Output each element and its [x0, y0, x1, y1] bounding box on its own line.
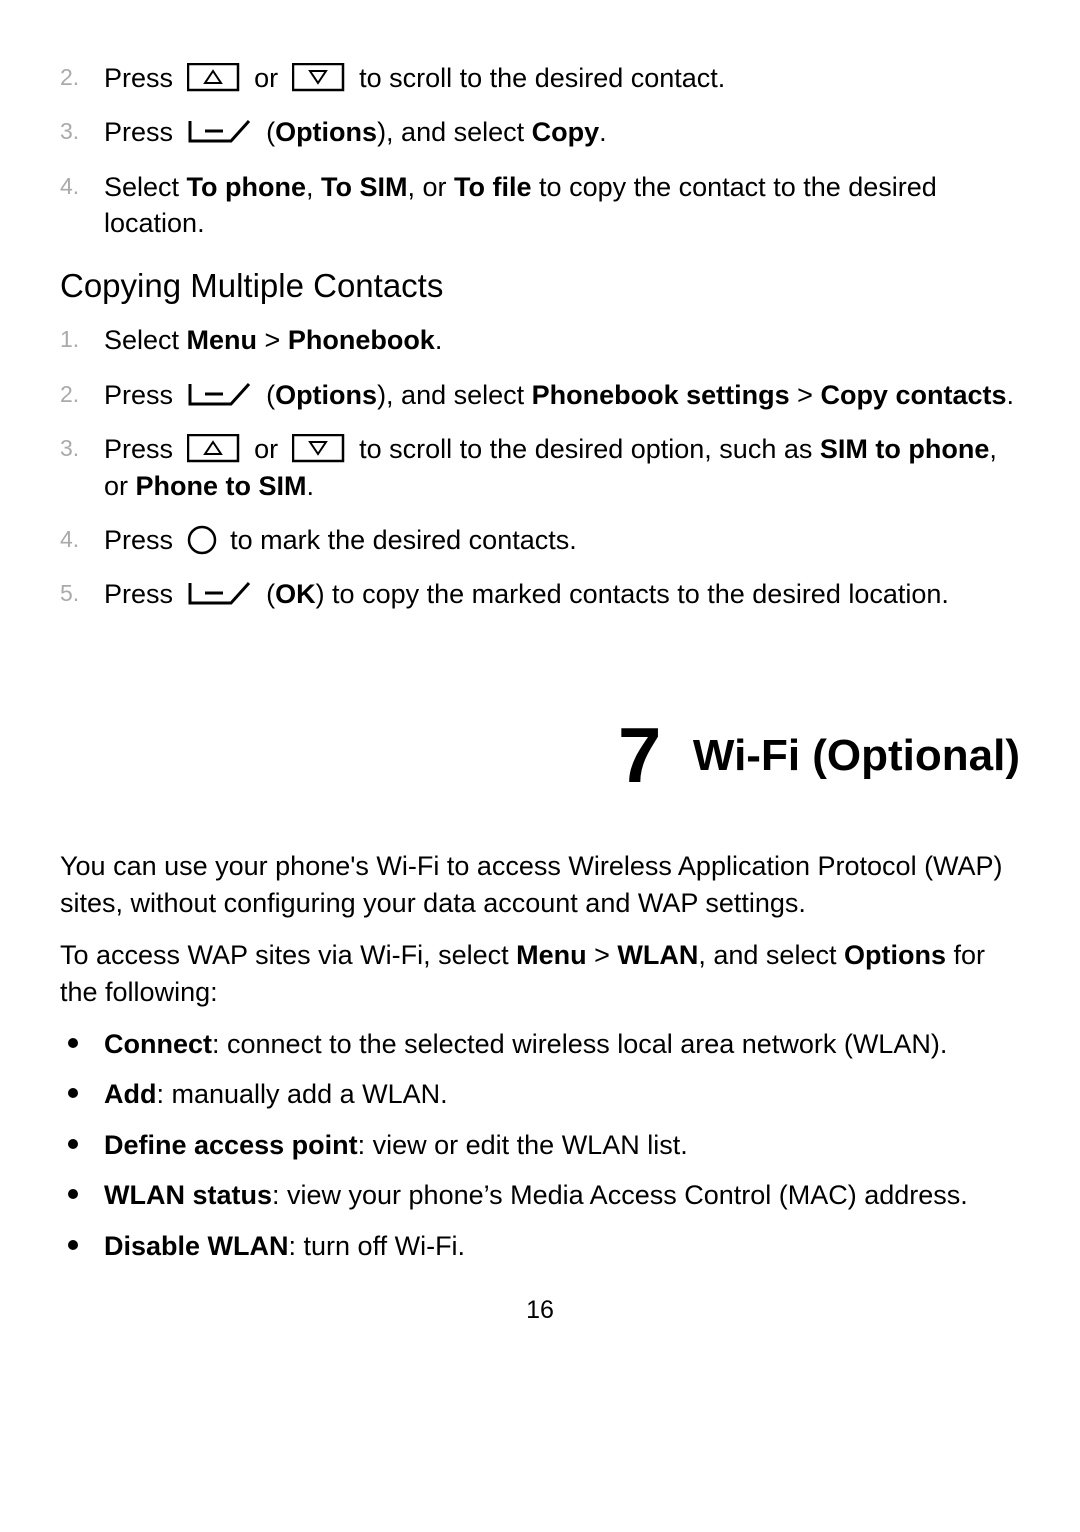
mstep-2: 2. Press (Options), and select Phonebook…	[60, 377, 1020, 413]
phonebook-settings-label: Phonebook settings	[532, 380, 790, 410]
list-item: Define access point: view or edit the WL…	[60, 1127, 1020, 1163]
copy-contacts-label-2: contacts	[895, 380, 1006, 410]
list-item: Connect: connect to the selected wireles…	[60, 1026, 1020, 1062]
ok-label: OK	[275, 579, 316, 609]
text: : manually add a WLAN.	[156, 1079, 447, 1109]
instruction-paragraph: To access WAP sites via Wi-Fi, select Me…	[60, 937, 1020, 1010]
text: ), and select	[377, 380, 532, 410]
mstep-1: 1. Select Menu > Phonebook.	[60, 322, 1020, 358]
wlan-status-label: WLAN status	[104, 1180, 272, 1210]
text: (	[266, 117, 275, 147]
down-key-icon	[292, 63, 346, 93]
add-label: Add	[104, 1079, 156, 1109]
phonebook-label: Phonebook	[288, 325, 435, 355]
chapter-title: Wi-Fi (Optional)	[693, 726, 1020, 785]
text: : turn off Wi-Fi.	[289, 1231, 466, 1261]
text: Select	[104, 325, 187, 355]
menu-label: Menu	[187, 325, 258, 355]
sim-to-phone-label-2: to phone	[875, 434, 989, 464]
to-sim-label: To SIM	[321, 172, 407, 202]
step-4: 4. Select To phone, To SIM, or To file t…	[60, 169, 1020, 242]
text: : view or edit the WLAN list.	[358, 1130, 688, 1160]
text: Press	[104, 579, 173, 609]
down-key-icon	[292, 434, 346, 464]
text: , and select	[698, 940, 844, 970]
options-label: Options	[275, 380, 377, 410]
subheading-copying-multiple: Copying Multiple Contacts	[60, 264, 1020, 309]
to-file-label: To file	[454, 172, 532, 202]
up-key-icon	[187, 434, 241, 464]
copy-contacts-label-1: Copy	[820, 380, 888, 410]
sim-to-phone-label-1: SIM	[820, 434, 868, 464]
options-label: Options	[275, 117, 377, 147]
options-bullet-list: Connect: connect to the selected wireles…	[60, 1026, 1020, 1264]
menu-label: Menu	[516, 940, 587, 970]
step-3: 3. Press (Options), and select Copy.	[60, 114, 1020, 150]
list-item: Add: manually add a WLAN.	[60, 1076, 1020, 1112]
text: Press	[104, 434, 173, 464]
text: Press	[104, 380, 173, 410]
text: or	[254, 434, 278, 464]
mstep-3: 3. Press or to scroll to the desired opt…	[60, 431, 1020, 504]
mstep-5: 5. Press (OK) to copy the marked contact…	[60, 576, 1020, 612]
text: ,	[306, 172, 321, 202]
softkey-icon	[187, 381, 253, 409]
text: Press	[104, 525, 173, 555]
softkey-icon	[187, 580, 253, 608]
text: .	[435, 325, 443, 355]
text: : connect to the selected wireless local…	[212, 1029, 947, 1059]
connect-label: Connect	[104, 1029, 212, 1059]
text: >	[257, 325, 288, 355]
text: .	[307, 471, 315, 501]
text: >	[587, 940, 618, 970]
text: to mark the desired contacts.	[230, 525, 577, 555]
text: to scroll to the desired option, such as	[359, 434, 820, 464]
text: (	[266, 380, 275, 410]
text: Press	[104, 117, 173, 147]
list-item: Disable WLAN: turn off Wi-Fi.	[60, 1228, 1020, 1264]
options-label: Options	[844, 940, 946, 970]
text: ) to copy the marked contacts to the des…	[316, 579, 949, 609]
text: to scroll to the desired contact.	[359, 63, 725, 93]
chapter-heading: 7 Wi-Fi (Optional)	[60, 703, 1020, 808]
to-phone-label: To phone	[187, 172, 306, 202]
text: Press	[104, 63, 173, 93]
step-2: 2. Press or to scroll to the desired con…	[60, 60, 1020, 96]
text: ), and select	[377, 117, 532, 147]
steps-multiple-contacts: 1. Select Menu > Phonebook. 2. Press (Op…	[60, 322, 1020, 613]
text: To access WAP sites via Wi-Fi, select	[60, 940, 516, 970]
text: .	[599, 117, 607, 147]
wlan-label: WLAN	[617, 940, 698, 970]
page-number: 16	[60, 1294, 1020, 1328]
list-item: WLAN status: view your phone’s Media Acc…	[60, 1177, 1020, 1213]
chapter-number: 7	[618, 703, 661, 808]
circle-key-icon	[187, 525, 217, 555]
intro-paragraph: You can use your phone's Wi-Fi to access…	[60, 848, 1020, 921]
text: Select	[104, 172, 187, 202]
steps-continuation: 2. Press or to scroll to the desired con…	[60, 60, 1020, 242]
text: or	[254, 63, 278, 93]
up-key-icon	[187, 63, 241, 93]
text: : view your phone’s Media Access Control…	[272, 1180, 968, 1210]
text: , or	[408, 172, 455, 202]
disable-wlan-label: Disable WLAN	[104, 1231, 289, 1261]
text: .	[1007, 380, 1015, 410]
copy-label: Copy	[532, 117, 600, 147]
define-access-point-label: Define access point	[104, 1130, 358, 1160]
mstep-4: 4. Press to mark the desired contacts.	[60, 522, 1020, 558]
phone-to-sim-label: Phone to SIM	[136, 471, 307, 501]
softkey-icon	[187, 118, 253, 146]
text: >	[790, 380, 821, 410]
text: (	[266, 579, 275, 609]
